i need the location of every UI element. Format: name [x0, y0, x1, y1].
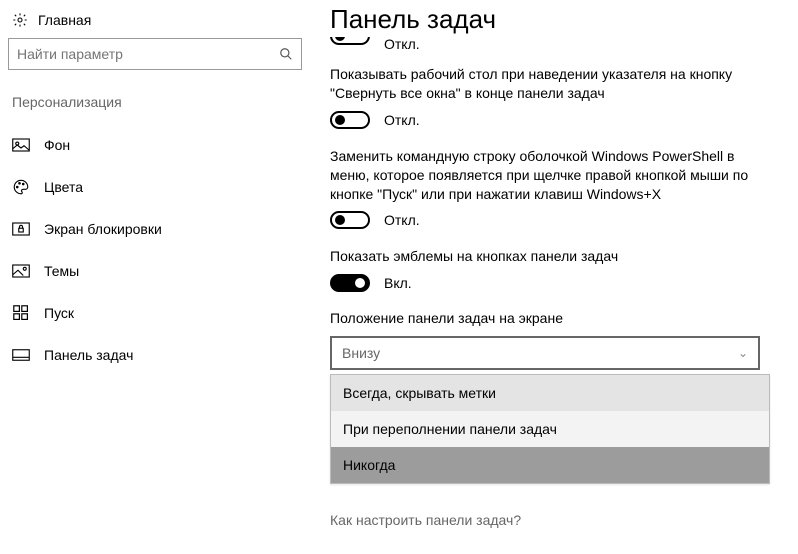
themes-icon — [12, 262, 30, 280]
setting-description: Показать эмблемы на кнопках панели задач — [330, 247, 760, 266]
sidebar-category: Персонализация — [8, 94, 320, 124]
sidebar-item-background[interactable]: Фон — [8, 124, 320, 166]
toggle-state-label: Вкл. — [384, 275, 412, 291]
setting-description: Показывать рабочий стол при наведении ук… — [330, 65, 760, 103]
setting-peek-desktop: Показывать рабочий стол при наведении ук… — [330, 65, 780, 129]
search-icon — [279, 47, 293, 61]
toggle-switch[interactable] — [330, 111, 370, 129]
sidebar-item-taskbar[interactable]: Панель задач — [8, 334, 320, 376]
setting-description: Заменить командную строку оболочкой Wind… — [330, 147, 760, 204]
toggle-switch-cutoff[interactable] — [330, 37, 370, 45]
sidebar-item-label: Экран блокировки — [44, 221, 162, 237]
chevron-down-icon: ⌄ — [738, 346, 748, 360]
palette-icon — [12, 178, 30, 196]
sidebar-item-label: Фон — [44, 137, 70, 153]
taskbar-icon — [12, 346, 30, 364]
toggle-switch[interactable] — [330, 274, 370, 292]
dropdown-option[interactable]: Всегда, скрывать метки — [331, 375, 769, 411]
sidebar-item-lockscreen[interactable]: Экран блокировки — [8, 208, 320, 250]
sidebar-item-label: Панель задач — [44, 347, 133, 363]
dropdown-option[interactable]: При переполнении панели задач — [331, 411, 769, 447]
home-label: Главная — [38, 12, 91, 28]
sidebar-item-label: Пуск — [44, 305, 74, 321]
setting-badges: Показать эмблемы на кнопках панели задач… — [330, 247, 780, 292]
sidebar-item-colors[interactable]: Цвета — [8, 166, 320, 208]
toggle-state-label: Откл. — [384, 37, 420, 51]
dropdown-option[interactable]: Никогда — [331, 447, 769, 483]
help-link[interactable]: Как настроить панели задач? — [330, 512, 521, 528]
sidebar-item-themes[interactable]: Темы — [8, 250, 320, 292]
taskbar-position-select[interactable]: Внизу ⌄ — [330, 336, 760, 370]
toggle-state-label: Откл. — [384, 112, 420, 128]
home-link[interactable]: Главная — [8, 10, 320, 38]
gear-icon — [12, 12, 28, 28]
sidebar-item-label: Темы — [44, 263, 79, 279]
search-input[interactable] — [17, 46, 279, 62]
setting-position-label: Положение панели задач на экране — [330, 310, 780, 326]
main-content: Панель задач Откл. Показывать рабочий ст… — [320, 0, 798, 554]
toggle-state-label: Откл. — [384, 212, 420, 228]
start-icon — [12, 304, 30, 322]
select-value: Внизу — [342, 345, 380, 361]
toggle-switch[interactable] — [330, 211, 370, 229]
image-icon — [12, 136, 30, 154]
combine-buttons-dropdown: Всегда, скрывать метки При переполнении … — [330, 374, 770, 484]
sidebar-item-label: Цвета — [44, 179, 83, 195]
sidebar-item-start[interactable]: Пуск — [8, 292, 320, 334]
toggle-cutoff: Откл. — [330, 37, 780, 51]
page-title: Панель задач — [330, 4, 780, 35]
search-input-wrapper[interactable] — [8, 38, 302, 70]
setting-powershell: Заменить командную строку оболочкой Wind… — [330, 147, 780, 230]
sidebar: Главная Персонализация Фон Цвета — [0, 0, 320, 554]
lockscreen-icon — [12, 220, 30, 238]
